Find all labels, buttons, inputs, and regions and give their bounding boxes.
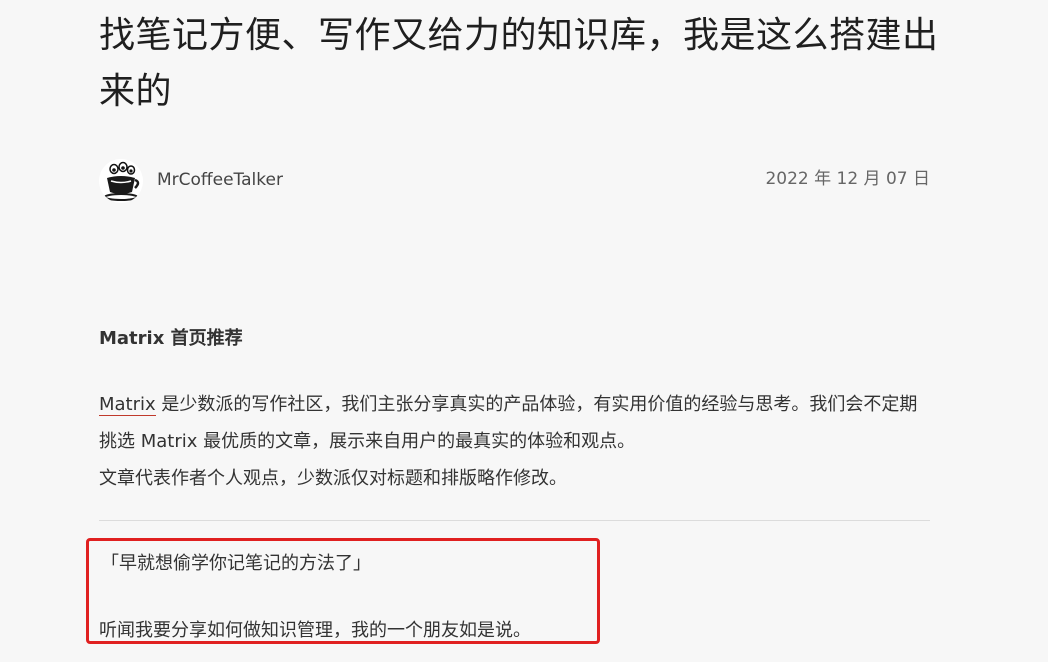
article-paragraph: 听闻我要分享如何做知识管理，我的一个朋友如是说。: [99, 620, 531, 641]
matrix-disclaimer: 文章代表作者个人观点，少数派仅对标题和排版略作修改。: [99, 468, 567, 489]
author-name[interactable]: MrCoffeeTalker: [157, 168, 283, 192]
section-divider: [99, 520, 930, 521]
matrix-intro-text: 是少数派的写作社区，我们主张分享真实的产品体验，有实用价值的经验与思考。我们会不…: [99, 394, 918, 452]
matrix-intro: Matrix 是少数派的写作社区，我们主张分享真实的产品体验，有实用价值的经验与…: [99, 386, 935, 497]
matrix-link[interactable]: Matrix: [99, 394, 156, 416]
article-title: 找笔记方便、写作又给力的知识库，我是这么搭建出来的: [99, 15, 939, 112]
author-meta: MrCoffeeTalker 2022 年 12 月 07 日: [99, 159, 930, 203]
publish-date: 2022 年 12 月 07 日: [765, 169, 930, 189]
matrix-recommendation-heading: Matrix 首页推荐: [99, 328, 243, 349]
author-avatar[interactable]: [99, 159, 143, 203]
coffee-cup-icon: [99, 159, 143, 203]
article-quote: 「早就想偷学你记笔记的方法了」: [101, 553, 371, 574]
article-page: 找笔记方便、写作又给力的知识库，我是这么搭建出来的 MrCoffeeTalker…: [0, 0, 1048, 662]
